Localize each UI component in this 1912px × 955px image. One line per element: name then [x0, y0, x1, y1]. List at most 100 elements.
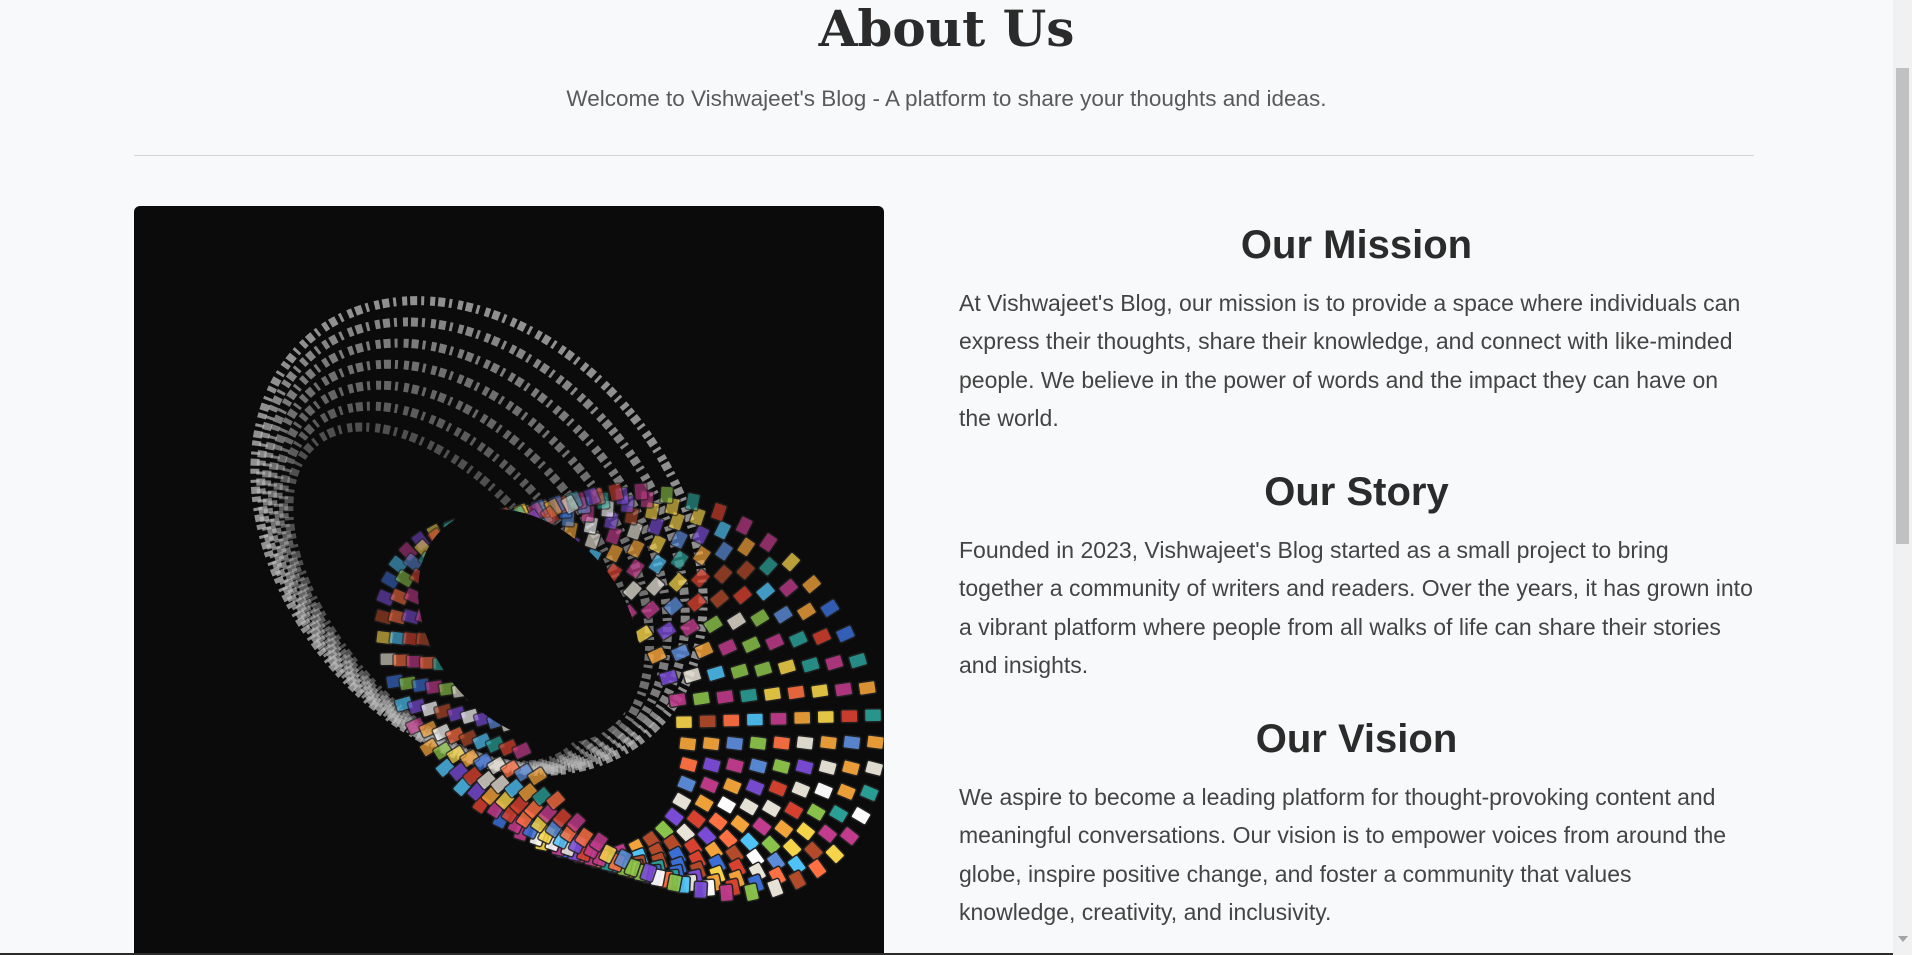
- image-tile: [863, 707, 883, 723]
- image-tile: [684, 491, 702, 512]
- image-tile: [738, 796, 760, 817]
- section-body: We aspire to become a leading platform f…: [959, 784, 1727, 926]
- image-tile: [721, 776, 743, 796]
- image-tile: [736, 536, 757, 558]
- image-tile: [833, 681, 854, 698]
- image-tile: [835, 782, 857, 802]
- vertical-scrollbar[interactable]: [1893, 0, 1912, 955]
- section-body: At Vishwajeet's Blog, our mission is to …: [959, 290, 1741, 432]
- image-tile: [670, 643, 692, 663]
- image-tile: [734, 515, 754, 537]
- image-tile: [721, 713, 741, 728]
- image-tile: [772, 604, 794, 625]
- image-tile: [607, 482, 625, 503]
- image-tile: [738, 687, 759, 704]
- image-tile: [794, 758, 815, 776]
- image-tile: [626, 537, 646, 560]
- image-tile: [731, 584, 754, 606]
- image-tile: [709, 501, 728, 523]
- image-tile: [681, 666, 703, 685]
- image-tile: [674, 714, 694, 730]
- image-tile: [857, 679, 878, 697]
- scroll-down-arrow-icon[interactable]: [1898, 936, 1908, 942]
- image-tile: [669, 549, 690, 571]
- image-tile: [769, 711, 788, 727]
- image-tile: [819, 598, 841, 619]
- image-tile: [865, 734, 884, 751]
- image-tile: [800, 655, 821, 674]
- image-tile: [747, 757, 769, 775]
- image-tile: [760, 834, 782, 856]
- image-tile: [724, 756, 746, 775]
- image-tile: [764, 632, 786, 652]
- image-tile: [749, 607, 771, 628]
- section-story: Our Story Founded in 2023, Vishwajeet's …: [959, 467, 1754, 685]
- section-title: Our Vision: [1255, 717, 1458, 761]
- image-tile: [840, 759, 862, 777]
- image-tile: [717, 637, 739, 657]
- image-tile: [708, 588, 731, 610]
- image-tile: [847, 651, 869, 670]
- image-tile: [824, 653, 845, 672]
- image-tile: [758, 531, 779, 554]
- image-tile: [863, 759, 884, 778]
- image-tile: [816, 823, 839, 845]
- image-tile: [790, 780, 812, 799]
- image-tile: [805, 802, 827, 823]
- image-tile: [780, 551, 802, 573]
- image-tile: [666, 873, 683, 893]
- section-vision: Our Vision We aspire to become a leading…: [959, 714, 1754, 932]
- image-tile: [725, 611, 748, 632]
- image-tile: [745, 712, 765, 727]
- image-tile: [748, 735, 768, 752]
- section-mission: Our Mission At Vishwajeet's Blog, our mi…: [959, 220, 1754, 438]
- image-tile: [744, 777, 766, 797]
- image-tile: [701, 735, 721, 752]
- section-title: Our Story: [1264, 470, 1449, 514]
- image-tile: [718, 883, 735, 903]
- image-tile: [691, 690, 712, 707]
- image-tile: [842, 734, 862, 751]
- image-tile: [776, 658, 798, 676]
- image-tile: [818, 734, 839, 751]
- image-tile: [743, 882, 761, 903]
- page-subtitle: Welcome to Vishwajeet's Blog - A platfor…: [566, 86, 1327, 111]
- header-divider: [134, 155, 1754, 156]
- image-tile: [715, 688, 735, 706]
- image-tile: [807, 857, 828, 880]
- image-tile: [712, 519, 733, 541]
- image-tile: [698, 775, 720, 795]
- image-tile: [777, 577, 800, 599]
- image-tile: [735, 559, 757, 581]
- image-tile: [786, 684, 806, 701]
- image-tile: [801, 573, 823, 595]
- image-tile: [690, 567, 711, 589]
- image-tile: [752, 660, 774, 679]
- image-tile: [633, 481, 649, 502]
- image-tile: [757, 555, 779, 577]
- image-tile: [693, 880, 709, 900]
- image-tile: [781, 837, 803, 859]
- image-tile: [783, 800, 805, 821]
- image-tile: [771, 735, 792, 752]
- image-tile: [760, 798, 783, 819]
- hero-image: [134, 206, 884, 955]
- image-tile: [724, 735, 745, 752]
- image-tile: [729, 662, 750, 681]
- image-tile: [713, 540, 735, 562]
- image-tile: [858, 783, 880, 803]
- image-tile: [811, 627, 833, 647]
- image-tile: [813, 781, 835, 801]
- image-tile: [705, 664, 727, 683]
- scrollbar-thumb[interactable]: [1896, 68, 1909, 544]
- page-title: About Us: [818, 0, 1075, 58]
- image-tile: [803, 840, 825, 862]
- image-tile: [795, 734, 815, 751]
- image-tile: [698, 714, 718, 729]
- image-tile: [762, 685, 783, 703]
- image-tile: [676, 774, 698, 794]
- image-tile: [771, 757, 792, 776]
- image-tile: [817, 758, 838, 777]
- image-tile: [754, 581, 777, 602]
- image-tile: [693, 793, 715, 814]
